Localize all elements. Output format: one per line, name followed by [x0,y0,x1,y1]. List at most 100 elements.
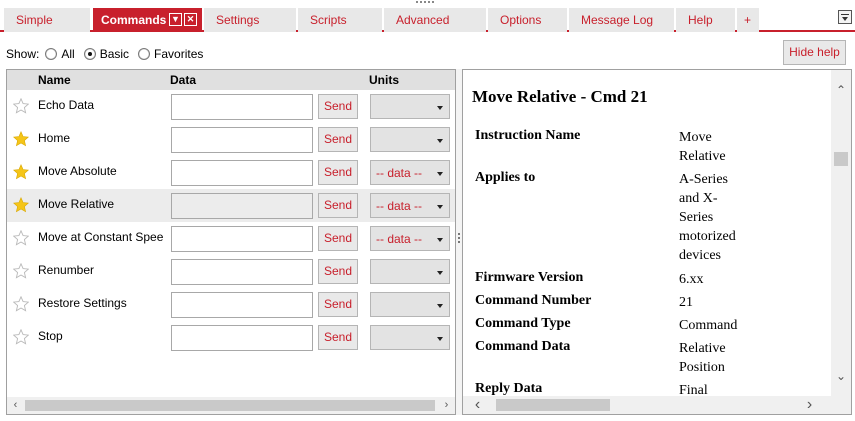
tab-message-log[interactable]: Message Log [569,8,674,32]
favorite-star-empty-icon[interactable] [12,262,30,279]
scroll-up-icon[interactable]: ⌃ [831,80,851,100]
command-name: Echo Data [38,98,95,112]
units-dropdown[interactable]: -- data -- [370,226,450,251]
tab-label: Commands [101,13,167,27]
send-button[interactable]: Send [318,193,358,218]
units-value: -- data -- [376,199,423,213]
show-label: Show: [6,47,40,61]
units-value: -- data -- [376,166,423,180]
table-row[interactable]: Move Relative Send -- data -- [7,189,455,222]
tab-close-icon[interactable]: ✕ [184,13,197,26]
favorite-star-filled-icon[interactable] [12,164,30,180]
command-name: Move Absolute [38,164,117,178]
column-data: Data [170,73,197,87]
help-field-key: Command Number [475,293,592,308]
tab-commands[interactable]: Commands ▼ ✕ [93,8,202,32]
radio-favorites[interactable] [138,48,151,60]
scroll-left-icon[interactable]: ‹ [7,397,24,414]
command-name: Renumber [38,263,95,277]
table-row[interactable]: Move at Constant Spee Send -- data -- [7,222,455,255]
units-dropdown[interactable] [370,127,450,152]
command-name: Move Relative [38,197,115,211]
show-filter: Show: All Basic Favorites [6,46,212,62]
command-data-input[interactable] [171,325,313,351]
help-field-value: A-Series and X-Series motorized devices [679,172,736,263]
tab-add[interactable]: + [737,8,759,32]
units-dropdown[interactable] [370,325,450,350]
favorite-star-empty-icon[interactable] [12,295,30,312]
tab-label: + [744,13,752,27]
tab-settings[interactable]: Settings [204,8,296,32]
units-value: -- data -- [376,232,423,246]
units-dropdown[interactable] [370,259,450,284]
units-dropdown[interactable]: -- data -- [370,193,450,218]
send-button[interactable]: Send [318,160,358,185]
tab-label: Message Log [581,13,654,27]
tab-advanced[interactable]: Advanced [384,8,486,32]
command-data-input[interactable] [171,292,313,318]
favorite-star-filled-icon[interactable] [12,197,30,213]
help-vertical-scrollbar[interactable]: ⌃ ⌄ [831,70,851,396]
help-field-key: Reply Data [475,381,543,396]
radio-all-label: All [61,47,75,61]
send-button[interactable]: Send [318,226,358,251]
units-dropdown[interactable]: -- data -- [370,160,450,185]
scrollbar-thumb[interactable] [834,152,848,166]
send-button[interactable]: Send [318,94,358,119]
command-data-input[interactable] [171,94,313,120]
commands-panel: Name Data Units Echo Data Send Home Send Mov… [6,69,456,415]
table-row[interactable]: Stop Send [7,321,455,354]
tab-scripts[interactable]: Scripts [298,8,382,32]
scroll-right-icon[interactable]: › [801,396,818,413]
scroll-down-icon[interactable]: ⌄ [831,366,851,386]
radio-all[interactable] [45,48,58,60]
column-units: Units [369,73,399,87]
tab-options[interactable]: Options [488,8,567,32]
send-button[interactable]: Send [318,292,358,317]
command-data-input[interactable] [171,127,313,153]
tab-label: Advanced [396,13,450,27]
help-field-key: Firmware Version [475,270,584,285]
help-field-key: Command Data [475,339,571,354]
tab-label: Options [500,13,542,27]
tab-simple[interactable]: Simple [4,8,90,32]
units-dropdown[interactable] [370,94,450,119]
favorite-star-empty-icon[interactable] [12,97,30,114]
help-field-value: Relative Position [679,341,726,375]
command-data-input[interactable] [171,160,313,186]
favorite-star-empty-icon[interactable] [12,229,30,246]
units-dropdown[interactable] [370,292,450,317]
send-button[interactable]: Send [318,259,358,284]
command-name: Stop [38,329,63,343]
table-row[interactable]: Move Absolute Send -- data -- [7,156,455,189]
table-row[interactable]: Home Send [7,123,455,156]
help-panel: Move Relative - Cmd 21 Instruction Name M… [462,69,852,415]
hide-help-button[interactable]: Hide help [783,40,846,65]
command-name: Move at Constant Spee [38,230,164,244]
table-row[interactable]: Restore Settings Send [7,288,455,321]
send-button[interactable]: Send [318,325,358,350]
radio-basic[interactable] [83,48,96,60]
command-data-input[interactable] [171,259,313,285]
commands-horizontal-scrollbar[interactable]: ‹ › [7,397,455,414]
tab-label: Simple [16,13,53,27]
scrollbar-thumb[interactable] [496,399,610,411]
help-horizontal-scrollbar[interactable]: ‹ › [463,396,831,414]
scrollbar-corner [831,396,851,414]
table-row[interactable]: Echo Data Send [7,90,455,123]
scroll-right-icon[interactable]: › [438,397,455,414]
favorite-star-filled-icon[interactable] [12,131,30,147]
tab-label: Settings [216,13,260,27]
scroll-left-icon[interactable]: ‹ [469,396,486,413]
commands-table-header: Name Data Units [7,70,455,90]
tab-strip: Simple Commands ▼ ✕ Settings Scripts Adv… [0,4,855,32]
command-data-input[interactable] [171,226,313,252]
command-data-input[interactable] [171,193,313,219]
tab-list-menu-icon[interactable] [838,10,852,24]
send-button[interactable]: Send [318,127,358,152]
favorite-star-empty-icon[interactable] [12,328,30,345]
scrollbar-thumb[interactable] [25,400,435,411]
tab-help[interactable]: Help [676,8,735,32]
table-row[interactable]: Renumber Send [7,255,455,288]
tab-dropdown-icon[interactable]: ▼ [169,13,182,26]
